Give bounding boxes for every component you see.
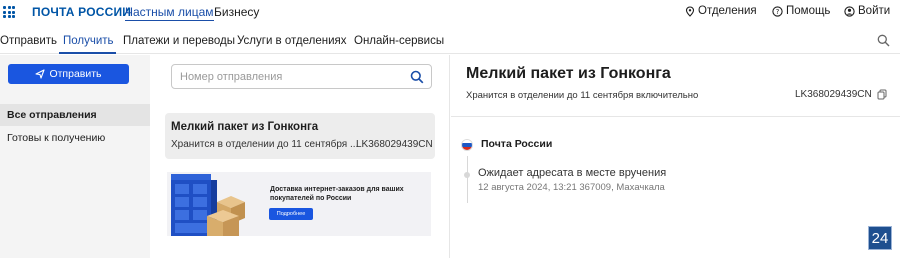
shipments-list-panel: Мелкий пакет из Гонконга Хранится в отде… [150,55,450,258]
tracking-search-input[interactable] [180,70,400,84]
page: ПОЧТА РОССИИ Частным лицам Бизнесу Отдел… [0,0,900,258]
sidebar-item-ready[interactable]: Готовы к получению [0,127,150,149]
detail-tracking-number: LK368029439CN [795,89,872,100]
copy-icon[interactable] [877,89,887,100]
detail-tracking: LK368029439CN [795,89,887,100]
watermark-badge: 24 [868,226,892,250]
site-logo[interactable]: ПОЧТА РОССИИ [32,5,131,19]
send-button[interactable]: Отправить [8,64,129,84]
tab-send[interactable]: Отправить [0,35,57,47]
search-icon[interactable] [410,70,424,84]
sidebar: Отправить Все отправления Готовы к получ… [0,55,150,258]
detail-status: Хранится в отделении до 11 сентября вклю… [466,90,699,101]
shipment-title: Мелкий пакет из Гонконга [171,121,319,133]
parcel-terminal-illustration [171,174,245,236]
send-button-label: Отправить [49,68,102,80]
active-tab-indicator [59,52,116,54]
shipment-status: Хранится в отделении до 11 сентября ... [171,139,359,150]
shipment-tracking-number: LK368029439CN [356,139,433,150]
banner-title: Доставка интернет-заказов для ваших поку… [270,186,404,202]
event-meta: 12 августа 2024, 13:21 367009, Махачкала [478,182,665,193]
tab-office-services[interactable]: Услуги в отделениях [237,35,346,47]
tab-receive[interactable]: Получить [63,35,114,47]
tab-online-services[interactable]: Онлайн-сервисы [354,35,444,47]
tab-payments[interactable]: Платежи и переводы [123,35,235,47]
nav-private-link[interactable]: Частным лицам [125,5,214,21]
detail-divider [451,116,900,117]
detail-title: Мелкий пакет из Гонконга [466,65,671,82]
timeline-dot [464,172,470,178]
carrier-name: Почта России [481,138,553,150]
send-arrow-icon [35,69,46,79]
nav-business-link[interactable]: Бизнесу [214,5,259,19]
shipment-detail-panel: Мелкий пакет из Гонконга Хранится в отде… [451,0,900,203]
apps-grid-icon[interactable] [3,6,15,18]
tracking-search-box [171,64,432,89]
event-title: Ожидает адресата в месте вручения [478,167,667,179]
shipment-card[interactable]: Мелкий пакет из Гонконга Хранится в отде… [165,113,435,159]
promo-banner[interactable]: Доставка интернет-заказов для ваших поку… [167,172,431,236]
banner-more-button[interactable]: Подробнее [269,208,313,220]
russia-flag-icon [461,139,473,151]
sidebar-item-all[interactable]: Все отправления [0,104,150,126]
timeline-line [466,156,468,203]
